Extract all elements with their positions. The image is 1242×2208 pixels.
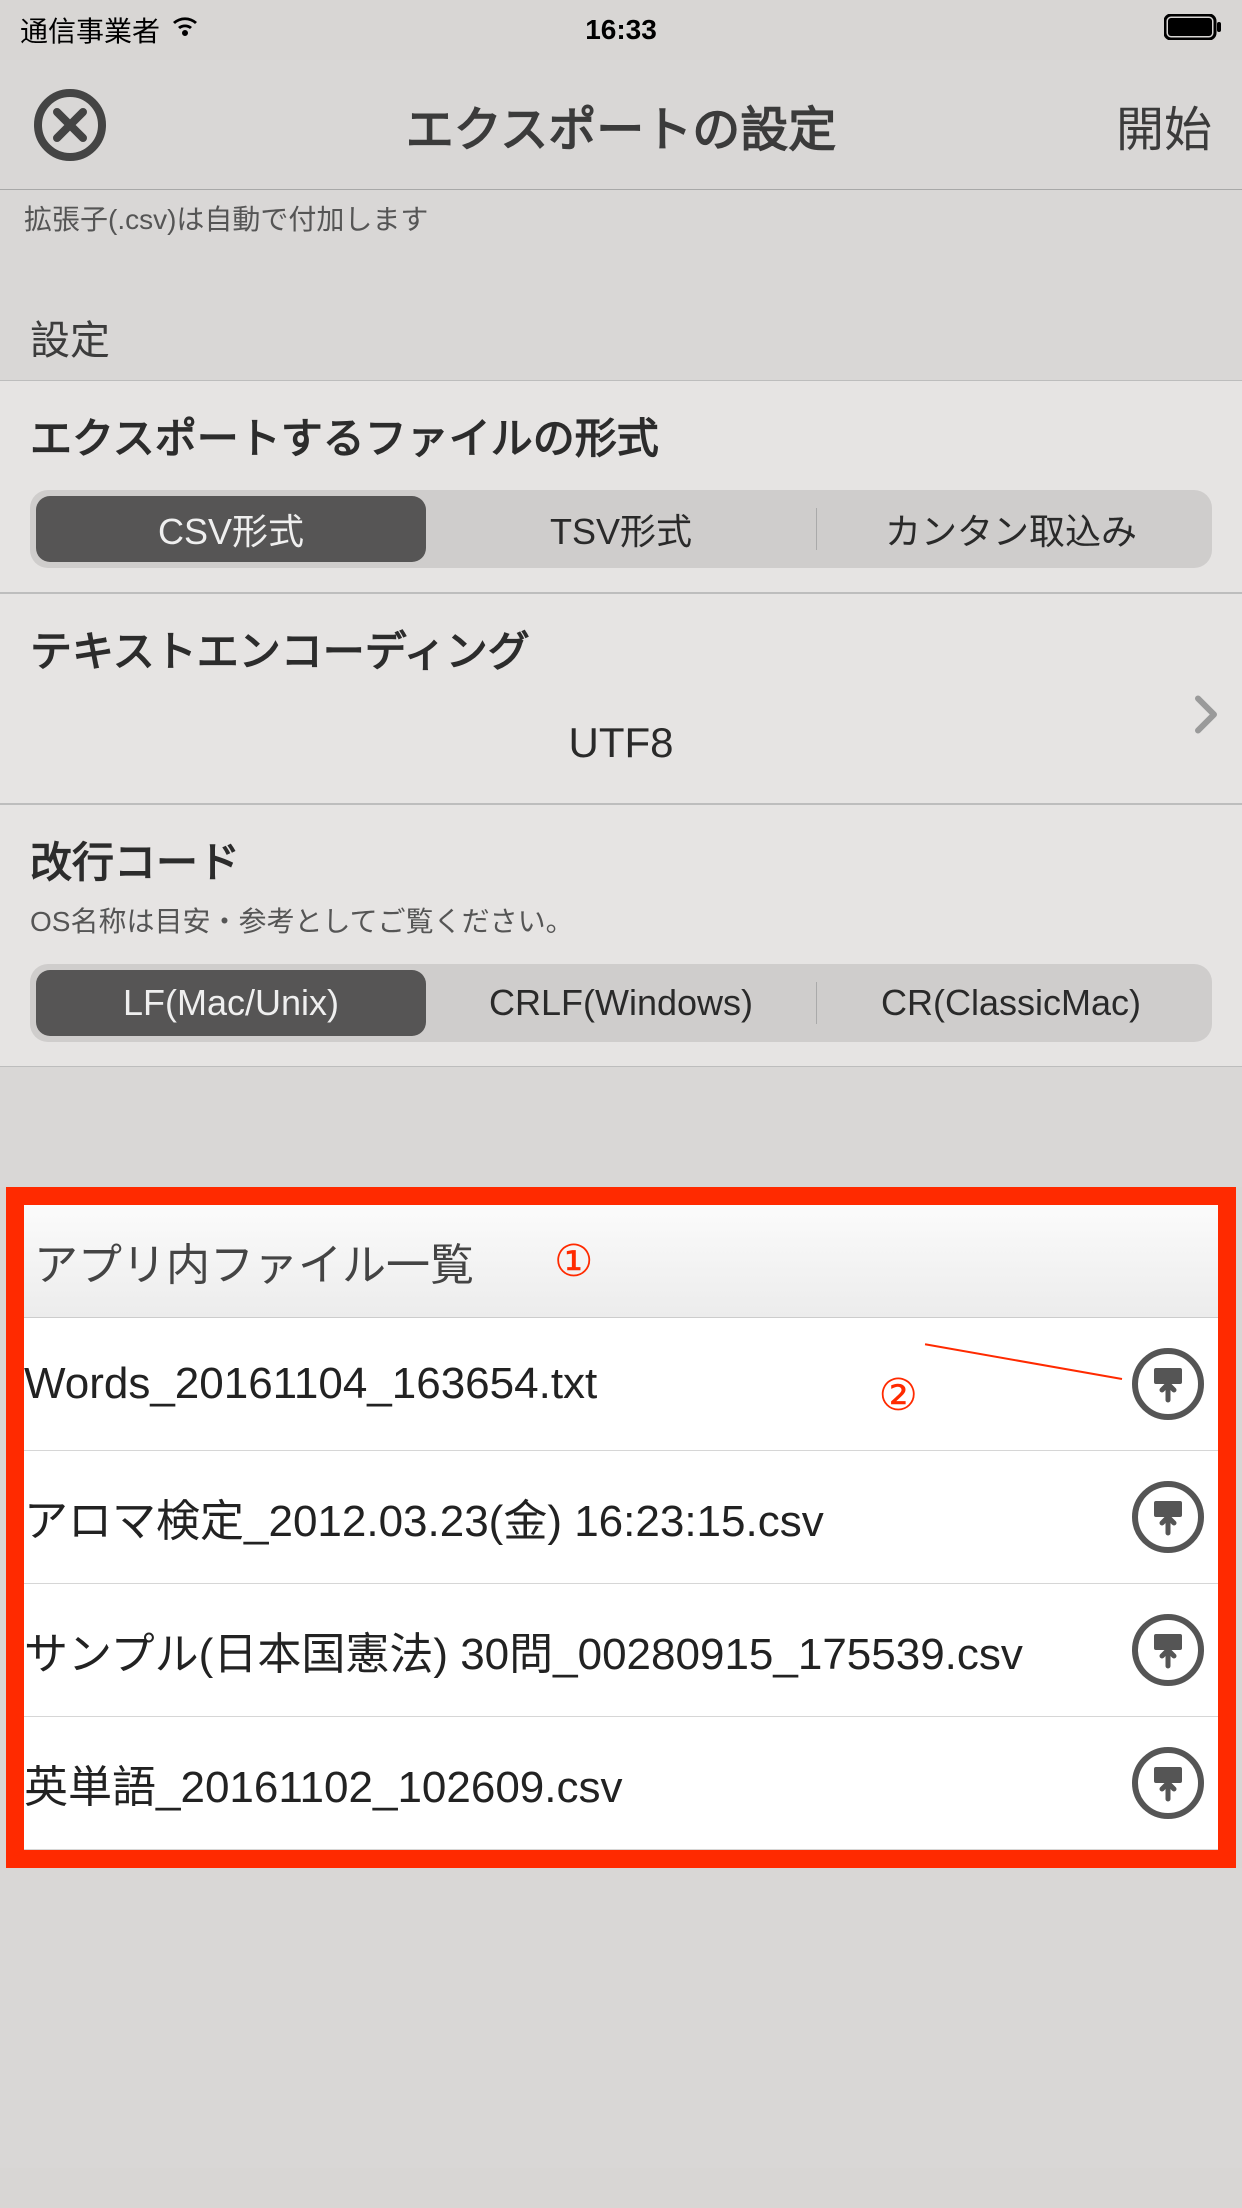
file-name: 英単語_20161102_102609.csv: [24, 1751, 1112, 1815]
upload-button[interactable]: [1132, 1348, 1204, 1420]
file-row[interactable]: アロマ検定_2012.03.23(金) 16:23:15.csv: [24, 1451, 1218, 1584]
carrier-label: 通信事業者: [20, 10, 160, 50]
format-option-tsv[interactable]: TSV形式: [426, 496, 816, 562]
status-bar: 通信事業者 16:33: [0, 0, 1242, 60]
annotation-1: ①: [554, 1236, 593, 1287]
annotation-2: ②: [879, 1370, 918, 1421]
upload-icon: [1148, 1630, 1188, 1670]
format-option-csv[interactable]: CSV形式: [36, 496, 426, 562]
file-name: アロマ検定_2012.03.23(金) 16:23:15.csv: [24, 1485, 1112, 1549]
format-cell: エクスポートするファイルの形式 CSV形式 TSV形式 カンタン取込み: [0, 380, 1242, 593]
battery-icon: [1164, 14, 1222, 47]
upload-icon: [1148, 1763, 1188, 1803]
close-icon: [33, 88, 107, 162]
nav-bar: エクスポートの設定 開始: [0, 60, 1242, 190]
upload-button[interactable]: [1132, 1747, 1204, 1819]
file-row[interactable]: サンプル(日本国憲法) 30問_00280915_175539.csv: [24, 1584, 1218, 1717]
format-option-easy[interactable]: カンタン取込み: [816, 496, 1206, 562]
file-name: サンプル(日本国憲法) 30問_00280915_175539.csv: [24, 1618, 1112, 1682]
settings-section-header: 設定: [0, 258, 1242, 380]
newline-sub: OS名称は目安・参考としてご覧ください。: [30, 900, 1212, 940]
newline-cell: 改行コード OS名称は目安・参考としてご覧ください。 LF(Mac/Unix) …: [0, 804, 1242, 1067]
format-segmented: CSV形式 TSV形式 カンタン取込み: [30, 490, 1212, 568]
upload-button[interactable]: [1132, 1481, 1204, 1553]
extension-hint: 拡張子(.csv)は自動で付加します: [0, 190, 1242, 258]
bottom-space: [0, 1868, 1242, 2168]
wifi-icon: [170, 14, 200, 46]
encoding-cell[interactable]: テキストエンコーディング UTF8: [0, 593, 1242, 804]
newline-option-crlf[interactable]: CRLF(Windows): [426, 970, 816, 1036]
file-row[interactable]: 英単語_20161102_102609.csv: [24, 1717, 1218, 1850]
encoding-title: テキストエンコーディング: [30, 618, 1212, 679]
page-title: エクスポートの設定: [406, 90, 837, 160]
upload-button[interactable]: [1132, 1614, 1204, 1686]
clock: 16:33: [585, 14, 657, 46]
file-list-header: アプリ内ファイル一覧 ①: [24, 1205, 1218, 1318]
newline-option-lf[interactable]: LF(Mac/Unix): [36, 970, 426, 1036]
file-row[interactable]: Words_20161104_163654.txt ②: [24, 1318, 1218, 1451]
upload-icon: [1148, 1364, 1188, 1404]
newline-segmented: LF(Mac/Unix) CRLF(Windows) CR(ClassicMac…: [30, 964, 1212, 1042]
file-list-highlight: アプリ内ファイル一覧 ① Words_20161104_163654.txt ②…: [6, 1187, 1236, 1868]
start-button[interactable]: 開始: [1116, 90, 1212, 160]
format-title: エクスポートするファイルの形式: [30, 405, 1212, 466]
newline-title: 改行コード: [30, 829, 1212, 890]
gap: [0, 1067, 1242, 1187]
encoding-value: UTF8: [30, 719, 1212, 767]
upload-icon: [1148, 1497, 1188, 1537]
newline-option-cr[interactable]: CR(ClassicMac): [816, 970, 1206, 1036]
close-button[interactable]: [30, 85, 110, 165]
chevron-right-icon: [1194, 694, 1218, 739]
file-name: Words_20161104_163654.txt: [24, 1359, 1112, 1409]
file-list-title: アプリ内ファイル一覧: [34, 1229, 474, 1293]
